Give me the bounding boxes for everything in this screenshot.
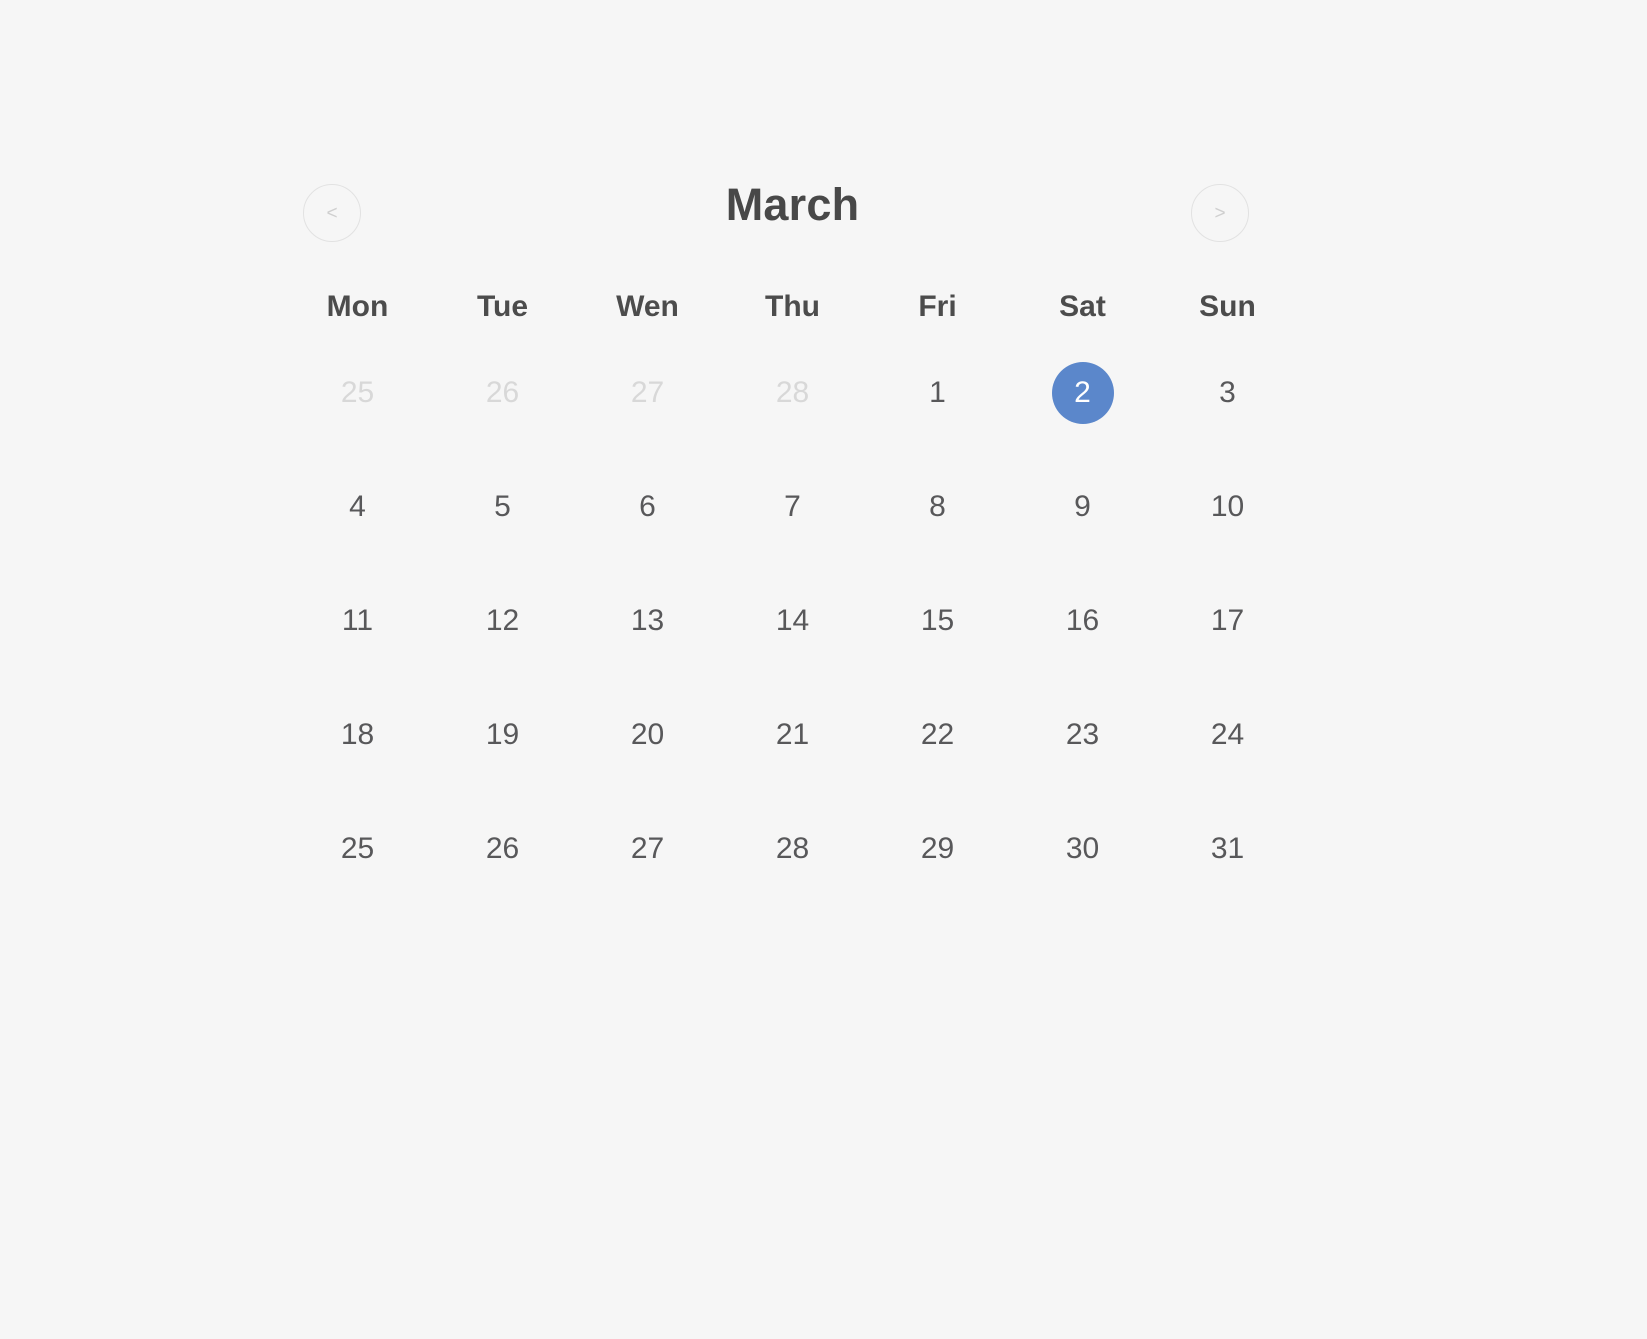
day-cell[interactable]: 8: [865, 450, 1010, 564]
day-number: 29: [907, 818, 969, 880]
day-cell[interactable]: 15: [865, 564, 1010, 678]
day-number: 13: [617, 590, 679, 652]
day-cell[interactable]: 27: [575, 336, 720, 450]
day-cell[interactable]: 29: [865, 792, 1010, 906]
weekday-label-mon: Mon: [285, 278, 430, 336]
day-number: 6: [617, 476, 679, 538]
weekday-label-wen: Wen: [575, 278, 720, 336]
day-cell[interactable]: 11: [285, 564, 430, 678]
day-cell[interactable]: 17: [1155, 564, 1300, 678]
day-cell[interactable]: 24: [1155, 678, 1300, 792]
day-number: 31: [1197, 818, 1259, 880]
day-cell[interactable]: 26: [430, 336, 575, 450]
day-cell[interactable]: 3: [1155, 336, 1300, 450]
day-cell[interactable]: 28: [720, 792, 865, 906]
calendar-week-row: 25 26 27 28 1 2 3: [285, 336, 1300, 450]
day-cell[interactable]: 1: [865, 336, 1010, 450]
day-number: 11: [327, 590, 389, 652]
day-cell[interactable]: 25: [285, 792, 430, 906]
weekday-label-fri: Fri: [865, 278, 1010, 336]
day-number: 8: [907, 476, 969, 538]
day-number: 7: [762, 476, 824, 538]
day-number: 14: [762, 590, 824, 652]
day-number: 17: [1197, 590, 1259, 652]
day-number: 19: [472, 704, 534, 766]
day-number: 23: [1052, 704, 1114, 766]
day-number: 4: [327, 476, 389, 538]
day-number: 28: [762, 362, 824, 424]
weekday-label-tue: Tue: [430, 278, 575, 336]
day-number: 3: [1197, 362, 1259, 424]
day-cell[interactable]: 18: [285, 678, 430, 792]
day-number: 22: [907, 704, 969, 766]
day-number: 18: [327, 704, 389, 766]
month-title: March: [285, 178, 1300, 232]
weekday-label-thu: Thu: [720, 278, 865, 336]
calendar-week-row: 4 5 6 7 8 9 10: [285, 450, 1300, 564]
day-number: 9: [1052, 476, 1114, 538]
day-cell[interactable]: 6: [575, 450, 720, 564]
day-cell[interactable]: 16: [1010, 564, 1155, 678]
day-cell[interactable]: 27: [575, 792, 720, 906]
day-cell[interactable]: 19: [430, 678, 575, 792]
calendar-header: < March >: [285, 170, 1300, 258]
day-cell[interactable]: 13: [575, 564, 720, 678]
calendar-week-row: 18 19 20 21 22 23 24: [285, 678, 1300, 792]
day-number: 27: [617, 818, 679, 880]
calendar-week-row: 11 12 13 14 15 16 17: [285, 564, 1300, 678]
day-cell[interactable]: 14: [720, 564, 865, 678]
weekday-header-row: MonTueWenThuFriSatSun: [285, 278, 1300, 336]
day-number: 2: [1052, 362, 1114, 424]
day-number: 5: [472, 476, 534, 538]
calendar-weeks: 2526272812345678910111213141516171819202…: [285, 336, 1300, 906]
day-number: 20: [617, 704, 679, 766]
day-cell[interactable]: 4: [285, 450, 430, 564]
day-cell[interactable]: 20: [575, 678, 720, 792]
day-cell[interactable]: 21: [720, 678, 865, 792]
day-cell[interactable]: 26: [430, 792, 575, 906]
calendar-widget: < March > MonTueWenThuFriSatSun 25262728…: [285, 170, 1300, 906]
weekday-label-sat: Sat: [1010, 278, 1155, 336]
day-number: 1: [907, 362, 969, 424]
day-cell[interactable]: 23: [1010, 678, 1155, 792]
day-number: 15: [907, 590, 969, 652]
day-number: 21: [762, 704, 824, 766]
next-month-button[interactable]: >: [1191, 184, 1249, 242]
day-cell[interactable]: 22: [865, 678, 1010, 792]
calendar-grid: MonTueWenThuFriSatSun 252627281234567891…: [285, 278, 1300, 906]
day-cell[interactable]: 5: [430, 450, 575, 564]
day-cell[interactable]: 12: [430, 564, 575, 678]
day-number: 28: [762, 818, 824, 880]
day-cell[interactable]: 28: [720, 336, 865, 450]
day-cell[interactable]: 25: [285, 336, 430, 450]
day-cell[interactable]: 10: [1155, 450, 1300, 564]
weekday-label-sun: Sun: [1155, 278, 1300, 336]
day-number: 25: [327, 818, 389, 880]
day-number: 12: [472, 590, 534, 652]
chevron-right-icon: >: [1214, 204, 1225, 223]
day-number: 16: [1052, 590, 1114, 652]
day-cell-selected[interactable]: 2: [1010, 336, 1155, 450]
day-number: 27: [617, 362, 679, 424]
day-number: 26: [472, 362, 534, 424]
day-cell[interactable]: 31: [1155, 792, 1300, 906]
day-cell[interactable]: 7: [720, 450, 865, 564]
day-number: 26: [472, 818, 534, 880]
day-cell[interactable]: 9: [1010, 450, 1155, 564]
day-cell[interactable]: 30: [1010, 792, 1155, 906]
day-number: 30: [1052, 818, 1114, 880]
calendar-week-row: 25 26 27 28 29 30 31: [285, 792, 1300, 906]
day-number: 24: [1197, 704, 1259, 766]
day-number: 10: [1197, 476, 1259, 538]
day-number: 25: [327, 362, 389, 424]
